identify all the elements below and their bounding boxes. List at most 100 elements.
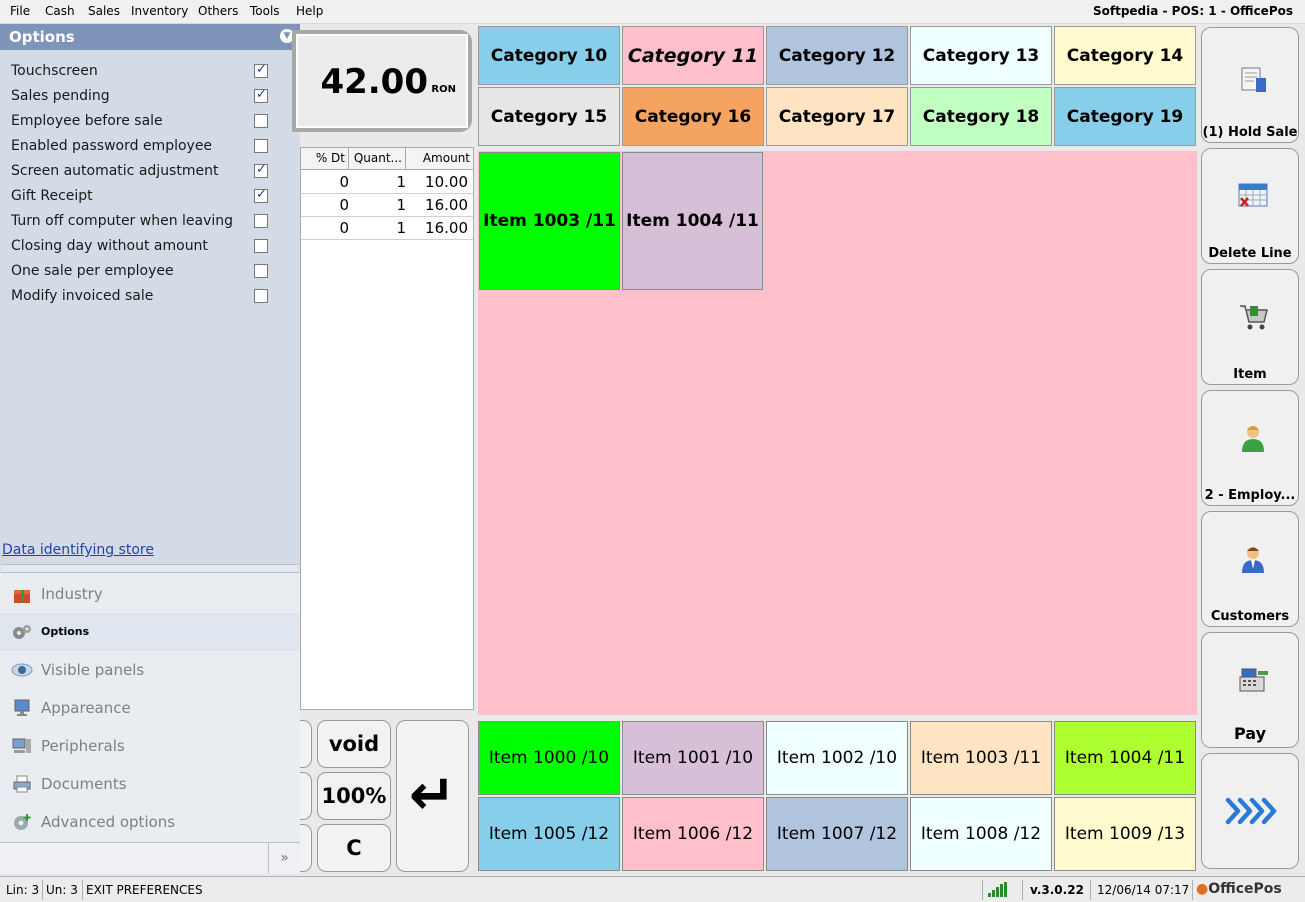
options-panel: Options ▼ Touchscreen Sales pending Employ… bbox=[0, 24, 300, 874]
option-row[interactable]: Enabled password employee bbox=[0, 134, 300, 159]
panel-splitter[interactable] bbox=[1, 564, 299, 573]
category-button[interactable]: Category 17 bbox=[766, 87, 908, 146]
quick-item-button[interactable]: Item 1005 /12 bbox=[478, 797, 620, 871]
col-discount[interactable]: % Dt bbox=[305, 148, 349, 169]
menu-tools[interactable]: Tools bbox=[250, 4, 280, 18]
option-checkbox[interactable] bbox=[254, 264, 268, 278]
option-row[interactable]: Sales pending bbox=[0, 84, 300, 109]
option-checkbox[interactable] bbox=[254, 187, 268, 203]
keypad-partial-button[interactable] bbox=[300, 772, 312, 820]
nav-item-documents[interactable]: Documents bbox=[0, 765, 300, 803]
officepos-logo: ●OfficePos bbox=[1196, 881, 1282, 897]
status-message: EXIT PREFERENCES bbox=[86, 883, 203, 897]
table-cell: 1 bbox=[396, 173, 406, 191]
option-row[interactable]: Gift Receipt bbox=[0, 184, 300, 209]
option-row[interactable]: Screen automatic adjustment bbox=[0, 159, 300, 184]
keypad-partial-button[interactable] bbox=[300, 720, 312, 768]
quick-item-button[interactable]: Item 1002 /10 bbox=[766, 721, 908, 795]
option-row[interactable]: Turn off computer when leaving bbox=[0, 209, 300, 234]
table-row[interactable]: 0 1 16.00 bbox=[301, 194, 473, 217]
option-checkbox[interactable] bbox=[254, 239, 268, 253]
nav-item-label: Documents bbox=[41, 775, 127, 793]
option-label: Gift Receipt bbox=[11, 188, 93, 204]
option-row[interactable]: One sale per employee bbox=[0, 259, 300, 284]
next-button[interactable] bbox=[1201, 753, 1299, 869]
expand-nav-button[interactable]: » bbox=[268, 843, 300, 874]
category-button[interactable]: Category 19 bbox=[1054, 87, 1196, 146]
option-checkbox[interactable] bbox=[254, 114, 268, 128]
quick-item-button[interactable]: Item 1000 /10 bbox=[478, 721, 620, 795]
option-label: One sale per employee bbox=[11, 263, 174, 279]
nav-item-visible-panels[interactable]: Visible panels bbox=[0, 651, 300, 689]
computer-icon bbox=[11, 736, 33, 756]
option-checkbox[interactable] bbox=[254, 289, 268, 303]
pay-button[interactable]: Pay bbox=[1201, 632, 1299, 748]
side-button-label: 2 - Employ... bbox=[1204, 488, 1296, 503]
menu-bar: File Cash Sales Inventory Others Tools H… bbox=[0, 0, 1305, 24]
logo-mark-icon: ● bbox=[1196, 881, 1209, 897]
option-checkbox[interactable] bbox=[254, 139, 268, 153]
quick-item-button[interactable]: Item 1003 /11 bbox=[910, 721, 1052, 795]
option-row[interactable]: Touchscreen bbox=[0, 59, 300, 84]
item-button[interactable]: Item 1004 /11 bbox=[622, 152, 763, 290]
options-header[interactable]: Options ▼ bbox=[0, 24, 300, 50]
option-checkbox[interactable] bbox=[254, 214, 268, 228]
option-row[interactable]: Modify invoiced sale bbox=[0, 284, 300, 309]
total-amount: 42.00 bbox=[320, 62, 428, 102]
nav-item-industry[interactable]: Industry bbox=[0, 575, 300, 613]
quick-item-button[interactable]: Item 1006 /12 bbox=[622, 797, 764, 871]
window-title: Softpedia - POS: 1 - OfficePos bbox=[1092, 4, 1293, 18]
percent-button[interactable]: 100% bbox=[317, 772, 391, 820]
quick-item-button[interactable]: Item 1004 /11 bbox=[1054, 721, 1196, 795]
option-checkbox[interactable] bbox=[254, 162, 268, 178]
signal-icon bbox=[988, 882, 1010, 897]
option-row[interactable]: Employee before sale bbox=[0, 109, 300, 134]
option-checkbox[interactable] bbox=[254, 62, 268, 78]
category-button[interactable]: Category 12 bbox=[766, 26, 908, 85]
category-button[interactable]: Category 15 bbox=[478, 87, 620, 146]
nav-item-options[interactable]: Options bbox=[0, 613, 300, 651]
side-button-label: Delete Line bbox=[1208, 246, 1292, 261]
category-button[interactable]: Category 18 bbox=[910, 87, 1052, 146]
menu-cash[interactable]: Cash bbox=[45, 4, 75, 18]
category-button[interactable]: Category 10 bbox=[478, 26, 620, 85]
quick-item-button[interactable]: Item 1007 /12 bbox=[766, 797, 908, 871]
void-button[interactable]: void bbox=[317, 720, 391, 768]
table-row[interactable]: 0 1 10.00 bbox=[301, 171, 473, 194]
menu-help[interactable]: Help bbox=[296, 4, 323, 18]
sale-lines-grid: % Dt Quant... Amount 0 1 10.00 0 1 16.00 0 1 16.… bbox=[300, 147, 474, 710]
item-button[interactable]: Item 1003 /11 bbox=[479, 152, 620, 290]
nav-item-peripherals[interactable]: Peripherals bbox=[0, 727, 300, 765]
category-button[interactable]: Category 14 bbox=[1054, 26, 1196, 85]
nav-item-appareance[interactable]: Appareance bbox=[0, 689, 300, 727]
menu-sales[interactable]: Sales bbox=[88, 4, 120, 18]
table-row[interactable]: 0 1 16.00 bbox=[301, 217, 473, 240]
option-checkbox[interactable] bbox=[254, 87, 268, 103]
category-button[interactable]: Category 16 bbox=[622, 87, 764, 146]
grid-header: % Dt Quant... Amount bbox=[301, 148, 473, 170]
1-hold-sale-button[interactable]: (1) Hold Sale bbox=[1201, 27, 1299, 143]
category-button[interactable]: Category 13 bbox=[910, 26, 1052, 85]
category-button[interactable]: Category 11 bbox=[622, 26, 764, 85]
keypad-partial-button[interactable] bbox=[300, 824, 312, 872]
nav-item-advanced-options[interactable]: Advanced options bbox=[0, 803, 300, 841]
delete-line-button[interactable]: Delete Line bbox=[1201, 148, 1299, 264]
menu-others[interactable]: Others bbox=[198, 4, 238, 18]
data-identifying-store-link[interactable]: Data identifying store bbox=[2, 542, 154, 558]
2-employ-button[interactable]: 2 - Employ... bbox=[1201, 390, 1299, 506]
clear-button[interactable]: C bbox=[317, 824, 391, 872]
menu-file[interactable]: File bbox=[10, 4, 30, 18]
col-amount[interactable]: Amount bbox=[408, 148, 470, 169]
item-button[interactable]: Item bbox=[1201, 269, 1299, 385]
menu-inventory[interactable]: Inventory bbox=[131, 4, 188, 18]
col-quantity[interactable]: Quant... bbox=[351, 148, 406, 169]
quick-item-button[interactable]: Item 1001 /10 bbox=[622, 721, 764, 795]
quick-item-button[interactable]: Item 1009 /13 bbox=[1054, 797, 1196, 871]
enter-button[interactable]: ↵ bbox=[396, 720, 469, 872]
unit-count: Un: 3 bbox=[46, 883, 78, 897]
option-row[interactable]: Closing day without amount bbox=[0, 234, 300, 259]
quick-item-button[interactable]: Item 1008 /12 bbox=[910, 797, 1052, 871]
option-label: Employee before sale bbox=[11, 113, 163, 129]
status-bar: Lin: 3 Un: 3 EXIT PREFERENCES v.3.0.22 1… bbox=[0, 876, 1305, 902]
customers-button[interactable]: Customers bbox=[1201, 511, 1299, 627]
